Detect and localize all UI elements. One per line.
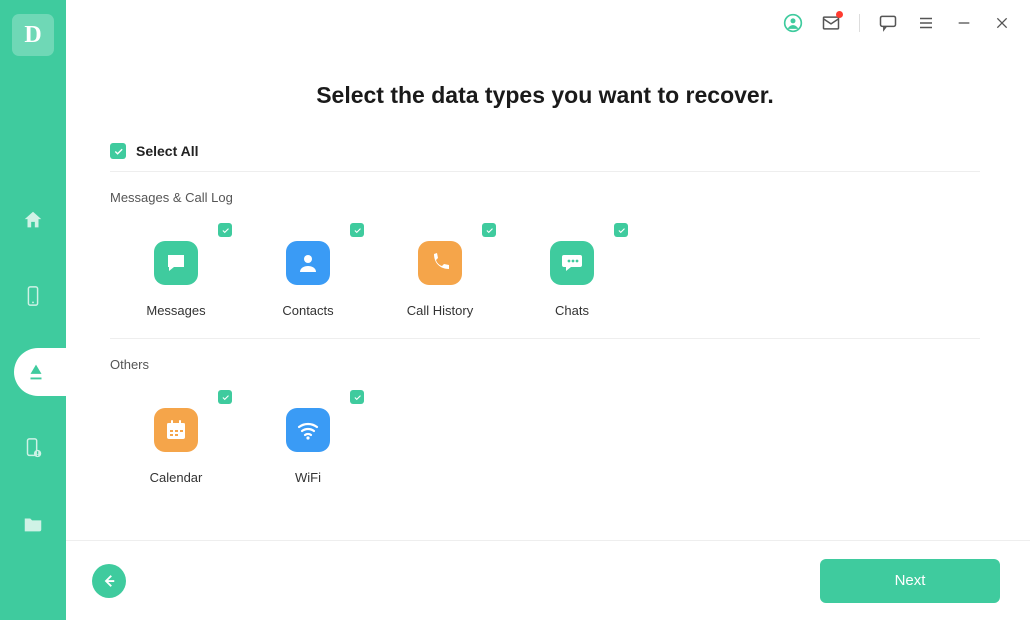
item-chats-checkbox[interactable] [614,223,628,237]
item-chats[interactable]: Chats [506,213,638,318]
account-button[interactable] [783,13,803,33]
titlebar [66,0,1030,46]
items-grid-others: Calendar WiFi [110,380,980,505]
notification-dot [836,11,843,18]
item-contacts[interactable]: Contacts [242,213,374,318]
contacts-icon [286,241,330,285]
nav-list [0,196,66,548]
section-title-others: Others [110,357,980,372]
separator [859,14,860,32]
calendar-icon [154,408,198,452]
nav-phone[interactable] [0,272,66,320]
item-callhistory-label: Call History [407,303,473,318]
item-contacts-label: Contacts [282,303,333,318]
cloud-up-icon [25,361,47,383]
item-calendar-label: Calendar [150,470,203,485]
check-icon [353,226,362,235]
item-wifi-checkbox[interactable] [350,390,364,404]
item-wifi-label: WiFi [295,470,321,485]
check-icon [353,393,362,402]
arrow-left-icon [100,572,118,590]
select-all-row[interactable]: Select All [110,143,980,172]
feedback-button[interactable] [878,13,898,33]
mail-button[interactable] [821,13,841,33]
nav-cloud[interactable] [14,348,66,396]
section-title-messages: Messages & Call Log [110,190,980,205]
items-grid-messages: Messages Contacts Call History [110,213,980,339]
page-title: Select the data types you want to recove… [110,82,980,109]
app-logo: D [12,14,54,56]
callhistory-icon [418,241,462,285]
nav-home[interactable] [0,196,66,244]
device-alert-icon [22,437,44,459]
close-button[interactable] [992,13,1012,33]
folder-icon [22,513,44,535]
item-callhistory[interactable]: Call History [374,213,506,318]
item-calendar[interactable]: Calendar [110,380,242,485]
main-panel: Select the data types you want to recove… [66,0,1030,620]
item-messages-label: Messages [146,303,205,318]
item-calendar-checkbox[interactable] [218,390,232,404]
chats-icon [550,241,594,285]
check-icon [221,226,230,235]
wifi-icon [286,408,330,452]
item-callhistory-checkbox[interactable] [482,223,496,237]
check-icon [113,146,124,157]
check-icon [617,226,626,235]
select-all-label: Select All [136,143,199,159]
messages-icon [154,241,198,285]
home-icon [22,209,44,231]
item-messages-checkbox[interactable] [218,223,232,237]
footer: Next [66,540,1030,620]
item-wifi[interactable]: WiFi [242,380,374,485]
nav-folder[interactable] [0,500,66,548]
item-chats-label: Chats [555,303,589,318]
menu-icon [917,14,935,32]
menu-button[interactable] [916,13,936,33]
content-area: Select the data types you want to recove… [66,46,1030,540]
speech-icon [878,13,898,33]
sidebar: D [0,0,66,620]
item-messages[interactable]: Messages [110,213,242,318]
account-icon [783,12,803,34]
close-icon [994,15,1010,31]
check-icon [485,226,494,235]
select-all-checkbox[interactable] [110,143,126,159]
next-button[interactable]: Next [820,559,1000,603]
check-icon [221,393,230,402]
back-button[interactable] [92,564,126,598]
minimize-icon [956,15,972,31]
nav-device-alert[interactable] [0,424,66,472]
item-contacts-checkbox[interactable] [350,223,364,237]
minimize-button[interactable] [954,13,974,33]
phone-icon [22,285,44,307]
